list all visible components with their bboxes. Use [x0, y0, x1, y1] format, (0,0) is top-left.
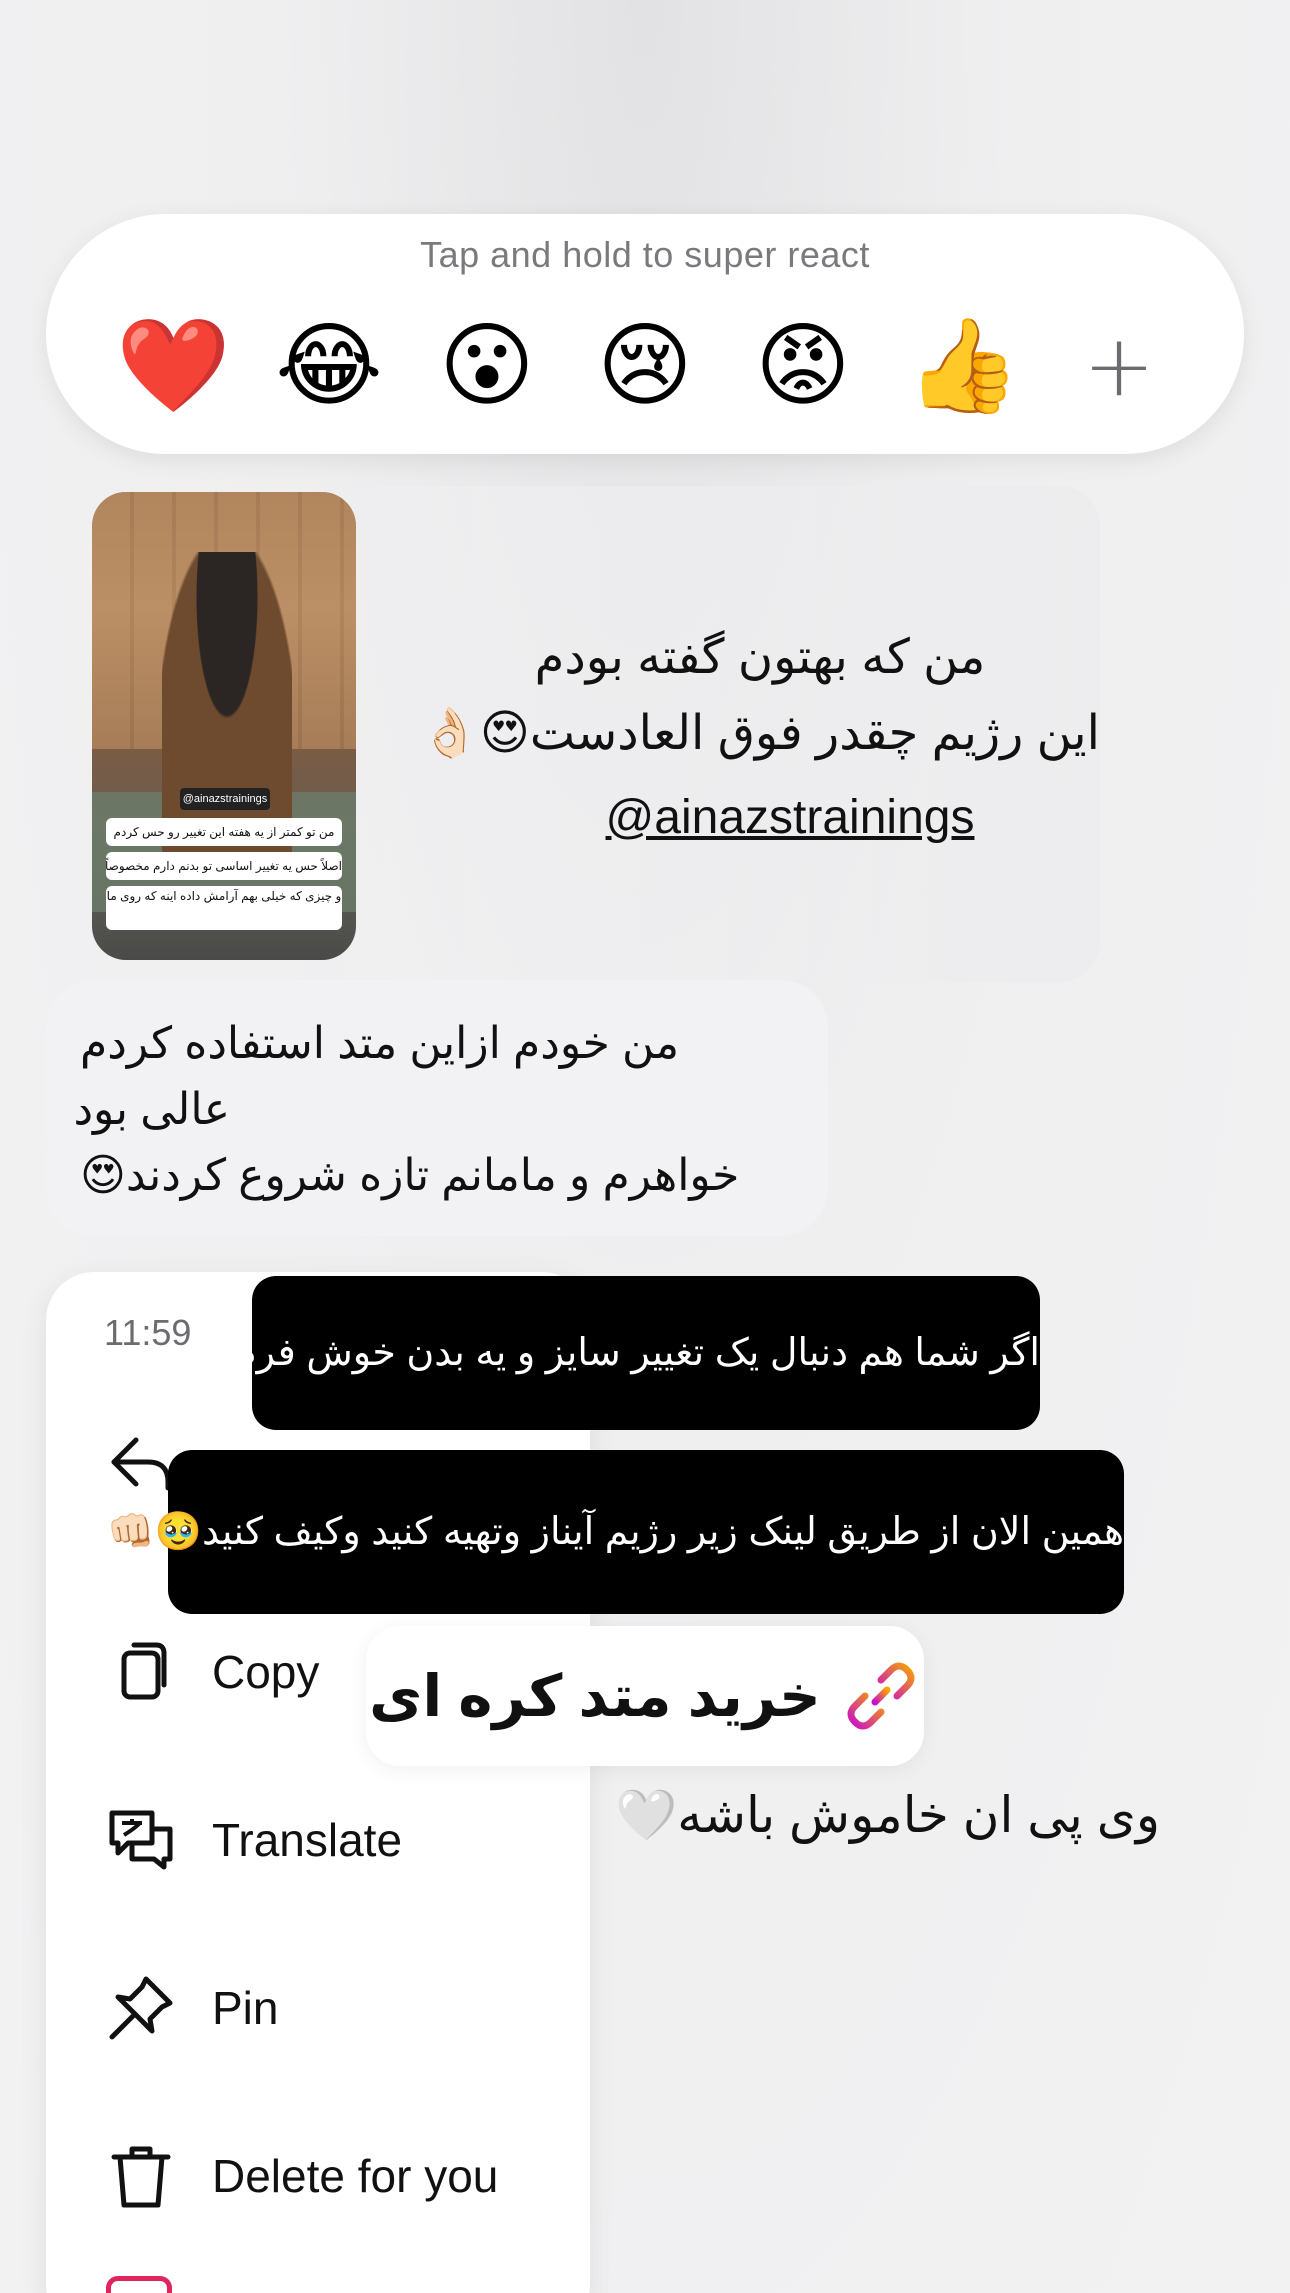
report-icon[interactable] — [106, 2276, 172, 2293]
thumbnail-caption: و چیزی که خیلی بهم آرامش داده اینه که رو… — [106, 886, 342, 930]
incoming-message-bubble[interactable]: من خودم ازاین متد استفاده کردم عالی بود … — [46, 980, 828, 1236]
pin-menu-item[interactable]: Pin — [106, 1968, 566, 2048]
thumbnail-caption: اصلاً حس یه تغییر اساسی تو بدنم دارم مخص… — [106, 852, 342, 880]
reaction-row: ❤️ 😂 😮 😢 😡 👍 + — [116, 306, 1174, 426]
story-share-line: این رژیم چقدر فوق العادست😍👌🏻 — [420, 707, 1100, 760]
story-mention-link[interactable]: @ainazstrainings — [600, 790, 980, 845]
thumbnail-caption: من تو کمتر از یه هفته این تغییر رو حس کر… — [106, 818, 342, 846]
thumbnail-tag: @ainazstrainings — [180, 788, 270, 810]
delete-label: Delete for you — [212, 2150, 499, 2202]
pin-label: Pin — [212, 1982, 279, 2034]
tears-of-joy-reaction[interactable]: 😂 — [274, 311, 384, 421]
super-react-hint: Tap and hold to super react — [420, 234, 870, 275]
message-line: من خودم ازاین متد استفاده کردم — [80, 1019, 680, 1068]
story-text-bubble: اگر شما هم دنبال یک تغییر سایز و یه بدن … — [181, 1276, 1040, 1430]
copy-icon — [121, 1642, 167, 1700]
story-share-text: من که بهتون گفته بودم این رژیم چقدر فوق … — [420, 620, 1100, 772]
translate-label: Translate — [212, 1814, 403, 1866]
red-heart-reaction[interactable]: ❤️ — [116, 311, 231, 421]
reaction-bar: Tap and hold to super react ❤️ 😂 😮 😢 😡 👍… — [46, 214, 1244, 454]
story-link-sticker[interactable]: خرید متد کره ای — [366, 1626, 924, 1766]
thumbs-up-reaction[interactable]: 👍 — [906, 311, 1021, 421]
more-reactions-plus-icon[interactable]: + — [1064, 311, 1174, 421]
trash-icon — [111, 2146, 171, 2208]
link-icon — [847, 1662, 915, 1730]
link-sticker-text: خرید متد کره ای — [369, 1664, 821, 1729]
crying-reaction[interactable]: 😢 — [590, 311, 700, 421]
translate-menu-item[interactable]: Translate — [106, 1800, 566, 1880]
angry-reaction[interactable]: 😡 — [748, 311, 858, 421]
story-thumbnail[interactable]: @ainazstrainings من تو کمتر از یه هفته ا… — [92, 492, 356, 960]
delete-menu-item[interactable]: Delete for you — [106, 2136, 566, 2216]
message-line: خواهرم و مامانم تازه شروع کردند😍 — [80, 1151, 740, 1200]
story-share-line: من که بهتون گفته بودم — [534, 631, 986, 684]
translate-icon — [109, 1810, 173, 1870]
pin-icon — [109, 1976, 173, 2040]
message-line: عالی بود — [73, 1085, 230, 1134]
story-text-bubble: همین الان از طریق لینک زیر رژیم آیناز وت… — [107, 1450, 1124, 1614]
copy-label: Copy — [212, 1646, 320, 1698]
surprised-reaction[interactable]: 😮 — [432, 311, 542, 421]
message-time: 11:59 — [104, 1312, 192, 1353]
story-caption: وی پی ان خاموش باشه🤍 — [615, 1787, 1160, 1843]
